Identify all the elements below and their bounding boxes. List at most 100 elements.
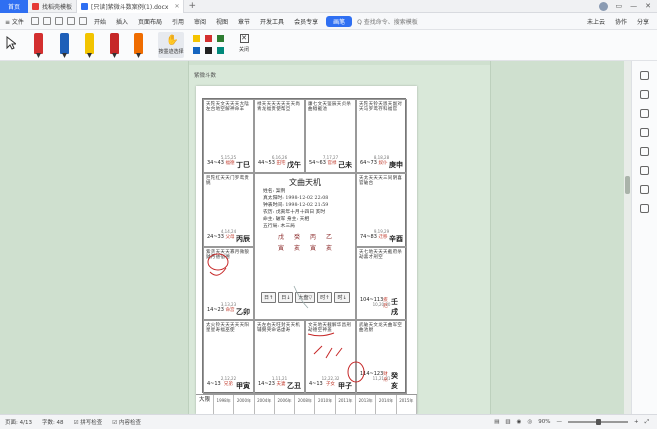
hour-down-button[interactable]: 时↓: [334, 292, 350, 303]
color-swatch[interactable]: [217, 35, 224, 42]
redo-icon[interactable]: [78, 17, 87, 25]
print-icon[interactable]: [42, 17, 51, 25]
scroll-thumb[interactable]: [625, 176, 630, 194]
search-command-input[interactable]: Q 查找命令、搜索模板: [357, 17, 418, 26]
zoom-in-button[interactable]: +: [634, 419, 639, 425]
location-icon[interactable]: [640, 166, 649, 175]
file-menu[interactable]: ≡ 文件: [0, 17, 29, 26]
spell-check-toggle[interactable]: ☑ 拼写检查: [69, 418, 108, 426]
window-icon[interactable]: ▭: [616, 2, 623, 10]
settings-icon[interactable]: [640, 185, 649, 194]
menu-developer[interactable]: 开发工具: [255, 17, 289, 26]
red-pen-icon[interactable]: [34, 33, 43, 54]
orange-pen-icon[interactable]: [134, 33, 143, 54]
close-tab-icon[interactable]: ✕: [174, 3, 179, 10]
preview-icon[interactable]: [54, 17, 63, 25]
blue-pen-icon[interactable]: [60, 33, 69, 54]
view-mode-icon[interactable]: ▤: [494, 419, 499, 425]
vertical-scrollbar[interactable]: [624, 61, 631, 414]
format-icon[interactable]: [640, 128, 649, 137]
palace-stars: 天太天天天三同阴喜官破台: [359, 176, 403, 186]
menu-insert[interactable]: 插入: [111, 17, 133, 26]
help-icon[interactable]: [640, 204, 649, 213]
cycle-cell[interactable]: 2013年: [356, 395, 377, 414]
collaborate-button[interactable]: 协作: [615, 17, 627, 26]
save-icon[interactable]: [30, 17, 39, 25]
palace-stars: 天七地天天天截府杀劫喜才刑空: [359, 250, 403, 260]
zoom-slider[interactable]: [567, 419, 628, 425]
color-swatch[interactable]: [193, 47, 200, 54]
read-mode-icon[interactable]: ▥: [505, 419, 510, 425]
fullscreen-icon[interactable]: ⤢: [645, 419, 649, 426]
cycle-cell[interactable]: 2010年: [315, 395, 336, 414]
new-tab-button[interactable]: +: [184, 0, 200, 13]
pen-icon[interactable]: [640, 90, 649, 99]
yellow-pen-icon[interactable]: [85, 33, 94, 54]
palace-stem: 甲寅: [235, 381, 250, 390]
menu-start[interactable]: 开始: [89, 17, 111, 26]
tab-document[interactable]: [只读]紫微斗数案例(1).docx ✕: [76, 0, 185, 13]
cycle-cell[interactable]: 2006年: [275, 395, 296, 414]
tab-template[interactable]: 找稻壳模板: [28, 0, 76, 13]
menu-pen-active[interactable]: 画笔: [326, 15, 353, 27]
right-sidebar: [631, 61, 657, 414]
zoom-out-button[interactable]: —: [556, 419, 562, 425]
menu-member[interactable]: 会员专享: [289, 17, 323, 26]
margin-guide: [188, 61, 189, 414]
color-swatch[interactable]: [205, 35, 212, 42]
cycle-cell[interactable]: 2000年: [234, 395, 255, 414]
cycle-cell[interactable]: 2004年: [255, 395, 275, 414]
tab-home[interactable]: 首页: [0, 0, 28, 13]
menu-view[interactable]: 视图: [211, 17, 233, 26]
cycle-cell[interactable]: 1998年: [214, 395, 235, 414]
eye-icon[interactable]: ◎: [527, 419, 532, 425]
style-icon[interactable]: [640, 71, 649, 80]
cloud-status[interactable]: 未上云: [587, 17, 605, 26]
close-pen-button[interactable]: ✕ 关闭: [237, 34, 251, 58]
cycle-cell[interactable]: 2015年: [397, 395, 417, 414]
page-indicator[interactable]: 页面: 4/13: [0, 418, 37, 426]
minimize-icon[interactable]: —: [630, 2, 637, 10]
share-button[interactable]: 分享: [637, 17, 649, 26]
zoom-level[interactable]: 90%: [538, 419, 550, 425]
avatar[interactable]: [598, 1, 608, 11]
web-mode-icon[interactable]: ◉: [517, 419, 522, 425]
color-swatch[interactable]: [193, 35, 200, 42]
color-swatch[interactable]: [205, 47, 212, 54]
cursor-select-icon[interactable]: [6, 36, 16, 50]
menu-section[interactable]: 章节: [233, 17, 255, 26]
day-down-button[interactable]: 日↓: [278, 292, 294, 303]
document-page[interactable]: 天陀天文天天天大陰左台地空解神命羊 5,15,25 34~43 福德 丁巳 禄天天天…: [196, 86, 417, 414]
content-check-toggle[interactable]: ☑ 内容检查: [107, 418, 146, 426]
hour-up-button[interactable]: 时↑: [317, 292, 333, 303]
title-bar: 首页 找稻壳模板 [只读]紫微斗数案例(1).docx ✕ + ▭ — ✕: [0, 0, 657, 13]
palace-range: 14~23: [258, 381, 275, 387]
cycle-cell[interactable]: 2008年: [295, 395, 316, 414]
word-count[interactable]: 字数: 48: [37, 418, 69, 426]
share-icon[interactable]: [640, 147, 649, 156]
menu-layout[interactable]: 页面布局: [133, 17, 167, 26]
crimson-pen-icon[interactable]: [110, 33, 119, 54]
menu-reference[interactable]: 引用: [167, 17, 189, 26]
palace-range: 34~43: [207, 160, 224, 166]
palace-stem: 壬戌: [391, 297, 398, 316]
palace-stem: 乙卯: [235, 307, 250, 316]
palace-cell: 武破天文龙天曲军空曲池厨 11,21,31 114~123 财帛 癸亥: [356, 320, 407, 394]
cycle-cell[interactable]: 2011年: [336, 395, 357, 414]
cycle-cell[interactable]: 2014年: [376, 395, 397, 414]
pillar-branch: 亥: [326, 245, 333, 252]
pillar-stem: 乙: [326, 234, 333, 241]
menu-bar: ≡ 文件 开始 插入 页面布局 引用 审阅 视图 章节 开发工具 会员专享 画笔…: [0, 13, 657, 30]
undo-icon[interactable]: [66, 17, 75, 25]
palace-cell: 紫贪天天天寡月微狼鉞月德宿德 3,13,23 14~23 命宫 乙卯: [203, 247, 254, 320]
palace-range: 74~83: [360, 234, 377, 240]
palace-cell: 太火铃天天天天天阳星星寿福巫使 2,12,22 4~13 兄弟 甲寅: [203, 320, 254, 394]
menu-review[interactable]: 审阅: [189, 17, 211, 26]
color-swatch[interactable]: [217, 47, 224, 54]
close-icon[interactable]: ✕: [645, 2, 651, 10]
ink-select-button[interactable]: ✋ 按墨迹选择: [158, 32, 184, 58]
cursor-icon[interactable]: [640, 109, 649, 118]
day-up-button[interactable]: 日↑: [261, 292, 277, 303]
major-cycle-button[interactable]: 大盘▽: [295, 292, 316, 303]
palace-name: 迁移: [378, 235, 388, 240]
